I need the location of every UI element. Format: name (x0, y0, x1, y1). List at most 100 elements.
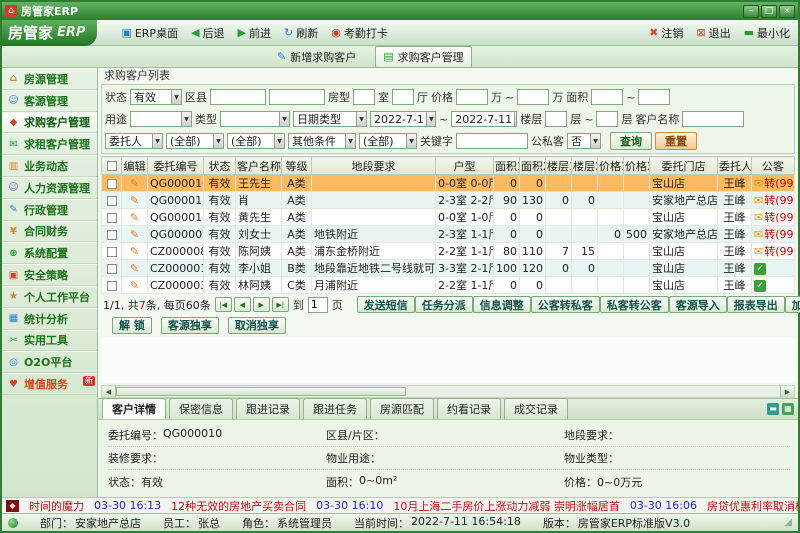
search-button[interactable]: 查询 (610, 132, 652, 150)
row-checkbox[interactable] (107, 247, 117, 257)
row-checkbox[interactable] (107, 264, 117, 274)
table-row[interactable]: ✎CZ000008有效陈阿姨A类浦东金桥附近2-2室 1-1厅80110715宝… (102, 243, 795, 260)
toolbar-refresh-button[interactable]: ↻刷新 (284, 25, 318, 41)
sidebar-item-stats[interactable]: ▦统计分析 (2, 308, 97, 330)
detail-tab-3[interactable]: 跟进任务 (303, 398, 367, 419)
pubpriv-select[interactable]: 否▼ (567, 133, 601, 149)
floor-from-input[interactable] (545, 111, 567, 127)
sidebar-item-business[interactable]: ▥业务动态 (2, 155, 97, 177)
window-close-button[interactable]: × (779, 5, 795, 18)
toolbar-minimize-button[interactable]: ▬最小化 (744, 25, 790, 41)
next-page-button[interactable]: ▶ (253, 297, 270, 312)
price-to-input[interactable] (517, 89, 549, 105)
sidebar-item-vip[interactable]: ♥增值服务新 (2, 373, 97, 395)
all-select-1[interactable]: (全部)▼ (166, 133, 224, 149)
sidebar-item-config[interactable]: ⊕系统配置 (2, 242, 97, 264)
all-select-3[interactable]: (全部)▼ (359, 133, 417, 149)
room-input[interactable] (353, 89, 375, 105)
all-select-2[interactable]: (全部)▼ (227, 133, 285, 149)
sidebar-item-security[interactable]: ▣安全策略 (2, 264, 97, 286)
sidebar-item-finance[interactable]: ¥合同财务 (2, 221, 97, 243)
edit-icon[interactable]: ✎ (130, 228, 139, 241)
date-from-select[interactable]: 2022-7-1▼ (370, 111, 436, 127)
action-button[interactable]: 客源独享 (161, 317, 219, 334)
row-checkbox[interactable] (107, 196, 117, 206)
toolbar-logout-button[interactable]: ✖注销 (649, 25, 683, 41)
collapse-panel-icon[interactable]: ▬ (767, 403, 779, 415)
area-from-input[interactable] (591, 89, 623, 105)
sidebar-item-admin[interactable]: ✎行政管理 (2, 199, 97, 221)
horizontal-scrollbar[interactable]: ◀ ▶ (101, 385, 795, 398)
action-button[interactable]: 解 锁 (112, 317, 152, 334)
detail-tab-2[interactable]: 跟进记录 (236, 398, 300, 419)
action-button[interactable]: 客源导入 (669, 296, 727, 313)
detail-tab-6[interactable]: 成交记录 (504, 398, 568, 419)
sidebar-item-workspace[interactable]: ★个人工作平台 (2, 286, 97, 308)
window-maximize-button[interactable]: □ (761, 5, 777, 18)
edit-icon[interactable]: ✎ (130, 245, 139, 258)
edit-icon[interactable]: ✎ (130, 211, 139, 224)
action-button[interactable]: 任务分派 (415, 296, 473, 313)
hall-input[interactable] (392, 89, 414, 105)
row-checkbox[interactable] (107, 213, 117, 223)
first-page-button[interactable]: |◀ (215, 297, 232, 312)
table-row[interactable]: ✎QG000010有效王先生A类0-0室 0-0厅00宝山店王峰✉转(99天) (102, 175, 795, 192)
action-button[interactable]: 报表导出 (727, 296, 785, 313)
scrollbar-thumb[interactable] (116, 387, 406, 396)
sidebar-item-rent-customers[interactable]: ✉求租客户管理 (2, 133, 97, 155)
action-button[interactable]: 信息调整 (473, 296, 531, 313)
edit-icon[interactable]: ✎ (130, 177, 139, 190)
window-minimize-button[interactable]: – (743, 5, 759, 18)
last-page-button[interactable]: ▶| (272, 297, 289, 312)
row-checkbox[interactable] (107, 179, 117, 189)
tab-buy-customer-mgmt[interactable]: ▤求购客户管理 (375, 46, 471, 68)
keyword-input[interactable] (456, 133, 528, 149)
sidebar-item-housing[interactable]: ⌂房源管理 (2, 68, 97, 90)
other-condition-select[interactable]: 其他条件▼ (288, 133, 356, 149)
action-button[interactable]: 公客转私客 (531, 296, 600, 313)
toolbar-forward-button[interactable]: ▶前进 (238, 25, 271, 41)
detail-tab-5[interactable]: 约看记录 (437, 398, 501, 419)
reset-button[interactable]: 重置 (655, 132, 697, 150)
table-row[interactable]: ✎CZ000003有效林阿姨C类月浦附近2-2室 1-1厅00宝山店王峰✓ (102, 277, 795, 294)
tab-new-buy-customer[interactable]: ✎新增求购客户 (270, 46, 363, 68)
edit-icon[interactable]: ✎ (130, 194, 139, 207)
sidebar-item-buy-customers[interactable]: ◆求购客户管理 (2, 112, 97, 134)
action-button[interactable]: 发送短信 (357, 296, 415, 313)
agent-select[interactable]: 委托人▼ (105, 133, 163, 149)
action-button[interactable]: 取消独享 (228, 317, 286, 334)
sidebar-item-o2o[interactable]: ◎O2O平台 (2, 351, 97, 373)
prev-page-button[interactable]: ◀ (234, 297, 251, 312)
usage-select[interactable]: ▼ (130, 111, 192, 127)
table-row[interactable]: ✎QG000012有效肖A类2-3室 2-2厅9013000安家地产总店王峰✉转… (102, 192, 795, 209)
scroll-left-icon[interactable]: ◀ (102, 386, 116, 397)
table-row[interactable]: ✎QG000009有效刘女士A类地铁附近2-3室 1-1厅000500安家地产总… (102, 226, 795, 243)
detail-tab-1[interactable]: 保密信息 (169, 398, 233, 419)
expand-panel-icon[interactable]: ▦ (782, 403, 794, 415)
sidebar-item-hr[interactable]: ☺人力资源管理 (2, 177, 97, 199)
datetype-select[interactable]: 日期类型▼ (293, 111, 367, 127)
price-from-input[interactable] (456, 89, 488, 105)
table-row[interactable]: ✎CZ000001有效李小姐B类地段靠近地铁二号线就可以3-3室 2-1厅100… (102, 260, 795, 277)
detail-tab-0[interactable]: 客户详情 (102, 398, 166, 419)
edit-icon[interactable]: ✎ (130, 279, 139, 292)
goto-page-input[interactable] (308, 297, 328, 313)
news-ticker[interactable]: ◆ 时间的魔力03-30 16:1312种无效的房地产买卖合同03-30 16:… (2, 497, 798, 513)
scrollbar-track[interactable] (406, 386, 780, 397)
customer-name-input[interactable] (682, 111, 744, 127)
toolbar-erp-desktop-button[interactable]: ▣ERP桌面 (121, 25, 178, 41)
district-input-1[interactable] (210, 89, 266, 105)
area-to-input[interactable] (638, 89, 670, 105)
detail-tab-4[interactable]: 房源匹配 (370, 398, 434, 419)
action-button[interactable]: 加 锁 (785, 296, 800, 313)
district-input-2[interactable] (269, 89, 325, 105)
toolbar-attendance-button[interactable]: ◉考勤打卡 (331, 25, 388, 41)
row-checkbox[interactable] (107, 230, 117, 240)
date-to-select[interactable]: 2022-7-11▼ (451, 111, 517, 127)
sidebar-item-customers[interactable]: ☺客源管理 (2, 90, 97, 112)
action-button[interactable]: 私客转公客 (600, 296, 669, 313)
status-select[interactable]: 有效▼ (130, 89, 182, 105)
scroll-right-icon[interactable]: ▶ (780, 386, 794, 397)
edit-icon[interactable]: ✎ (130, 262, 139, 275)
row-checkbox[interactable] (107, 281, 117, 291)
